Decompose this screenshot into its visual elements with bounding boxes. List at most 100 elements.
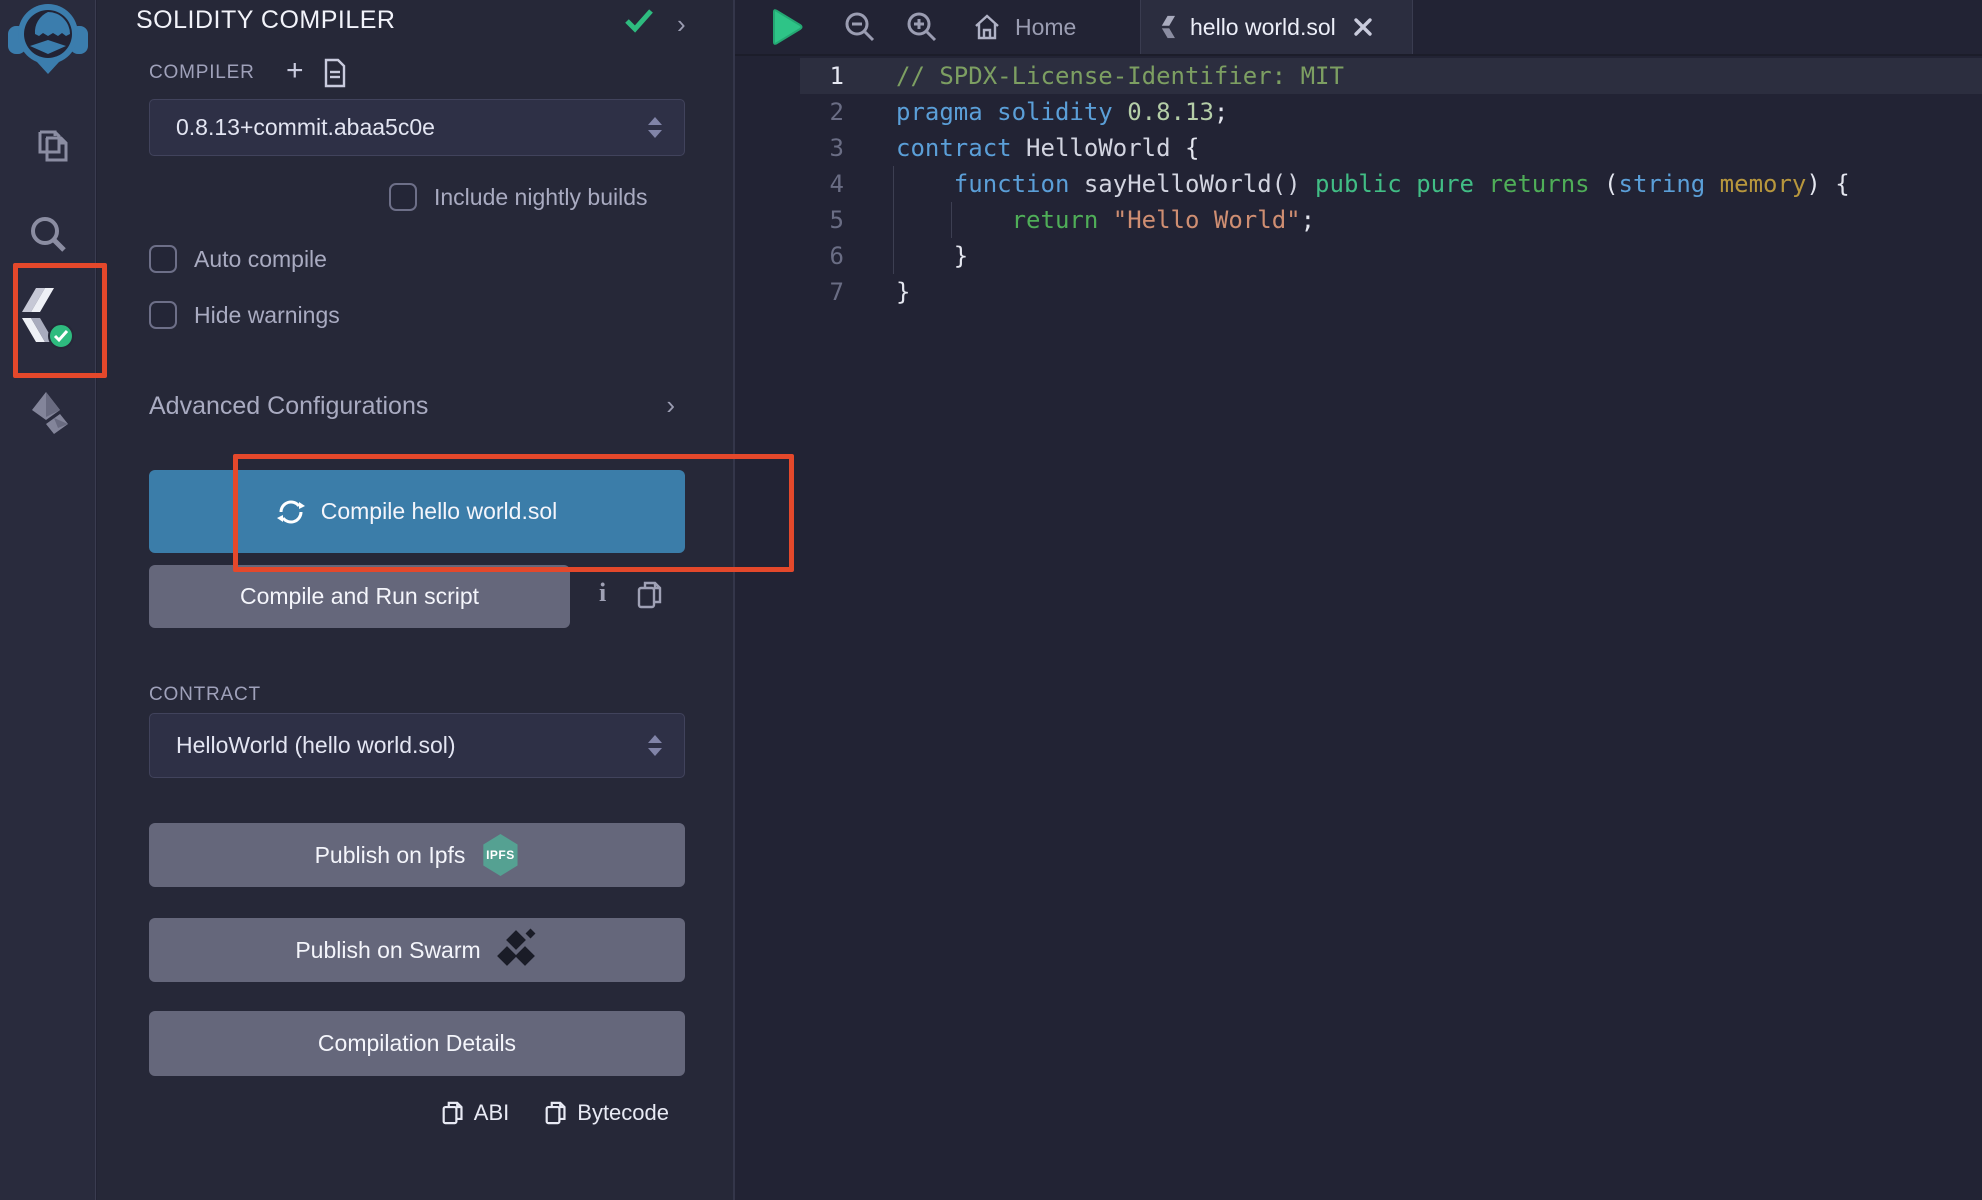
advanced-configurations-label: Advanced Configurations <box>149 392 428 420</box>
compiler-section-label: COMPILER <box>149 62 255 84</box>
run-script-play-button[interactable] <box>770 0 804 54</box>
code-line: 3contract HelloWorld { <box>735 130 1982 166</box>
code-token: } <box>896 278 910 306</box>
line-number: 3 <box>735 130 896 166</box>
abi-bytecode-row: ABI Bytecode <box>442 1100 669 1126</box>
code-line: 4 function sayHelloWorld() public pure r… <box>735 166 1982 202</box>
line-content: function sayHelloWorld() public pure ret… <box>896 166 1982 202</box>
code-token <box>983 98 997 126</box>
include-nightly-label: Include nightly builds <box>434 184 648 211</box>
copy-icon[interactable] <box>637 580 663 610</box>
code-line: 1// SPDX-License-Identifier: MIT <box>735 58 1982 94</box>
contract-select[interactable]: HelloWorld (hello world.sol) <box>149 713 685 778</box>
indent-guide <box>893 238 894 274</box>
code-token <box>1098 206 1112 234</box>
publish-swarm-button[interactable]: Publish on Swarm <box>149 918 685 982</box>
panel-title: SOLIDITY COMPILER <box>136 6 396 35</box>
line-number: 5 <box>735 202 896 238</box>
remix-ide-app: SOLIDITY COMPILER › COMPILER + 0.8.13+co… <box>0 0 1982 1200</box>
line-content: pragma solidity 0.8.13; <box>896 94 1982 130</box>
line-number: 4 <box>735 166 896 202</box>
auto-compile-checkbox[interactable] <box>149 245 177 273</box>
copy-icon <box>442 1100 464 1126</box>
tab-home[interactable]: Home <box>963 0 1086 54</box>
select-arrows-icon <box>648 735 662 756</box>
zoom-out-button[interactable] <box>843 0 877 54</box>
line-number: 2 <box>735 94 896 130</box>
advanced-configurations-toggle[interactable]: Advanced Configurations › <box>149 392 685 421</box>
copy-bytecode-button[interactable]: Bytecode <box>545 1100 669 1126</box>
tab-hello-world-sol[interactable]: hello world.sol <box>1140 0 1413 54</box>
hide-warnings-checkbox[interactable] <box>149 301 177 329</box>
panel-collapse-chevron-icon[interactable]: › <box>677 9 686 40</box>
code-token: ( <box>1590 170 1619 198</box>
compiler-doc-icon[interactable] <box>323 58 347 88</box>
code-token: ; <box>1214 98 1228 126</box>
abi-label: ABI <box>474 1100 509 1126</box>
compile-and-run-button[interactable]: Compile and Run script <box>149 565 570 628</box>
code-line: 5 return "Hello World"; <box>735 202 1982 238</box>
code-editor: Home hello world.sol 1// SPDX-License-Id… <box>735 0 1982 1200</box>
publish-ipfs-label: Publish on Ipfs <box>315 842 466 869</box>
swarm-icon <box>497 932 539 968</box>
compilation-details-label: Compilation Details <box>318 1030 516 1057</box>
include-nightly-checkbox-row[interactable]: Include nightly builds <box>389 183 648 211</box>
bytecode-label: Bytecode <box>577 1100 669 1126</box>
info-icon[interactable]: i <box>599 578 606 608</box>
compilation-details-button[interactable]: Compilation Details <box>149 1011 685 1076</box>
code-token: pure <box>1416 170 1474 198</box>
indent-guide <box>951 202 952 238</box>
tab-close-icon[interactable] <box>1353 17 1373 37</box>
code-token: // SPDX-License-Identifier: MIT <box>896 62 1344 90</box>
code-token: pragma <box>896 98 983 126</box>
add-compiler-icon[interactable]: + <box>286 56 304 86</box>
copy-abi-button[interactable]: ABI <box>442 1100 509 1126</box>
line-content: return "Hello World"; <box>896 202 1982 238</box>
code-token: public <box>1315 170 1402 198</box>
line-number: 6 <box>735 238 896 274</box>
line-content: } <box>896 238 1982 274</box>
code-token: 0.8.13 <box>1127 98 1214 126</box>
code-token: returns <box>1488 170 1589 198</box>
code-token <box>1301 170 1315 198</box>
search-icon[interactable] <box>0 212 96 256</box>
include-nightly-checkbox[interactable] <box>389 183 417 211</box>
code-token <box>1402 170 1416 198</box>
solidity-compiler-icon[interactable] <box>0 286 96 352</box>
copy-icon <box>545 1100 567 1126</box>
code-token: "Hello World" <box>1113 206 1301 234</box>
compiler-version-select[interactable]: 0.8.13+commit.abaa5c0e <box>149 99 685 156</box>
remix-logo-icon[interactable] <box>6 2 90 76</box>
code-token: { <box>1171 134 1200 162</box>
solidity-file-icon <box>1159 15 1177 39</box>
deploy-run-icon[interactable] <box>0 390 96 436</box>
code-token: memory <box>1720 170 1807 198</box>
publish-ipfs-button[interactable]: Publish on Ipfs IPFS <box>149 823 685 887</box>
ipfs-icon: IPFS <box>481 834 519 876</box>
code-line: 6 } <box>735 238 1982 274</box>
indent-guide <box>893 202 894 238</box>
code-lines[interactable]: 1// SPDX-License-Identifier: MIT2pragma … <box>735 58 1982 310</box>
zoom-in-button[interactable] <box>905 0 939 54</box>
code-token: function <box>954 170 1070 198</box>
icon-sidebar <box>0 0 96 1200</box>
solidity-compiler-panel: SOLIDITY COMPILER › COMPILER + 0.8.13+co… <box>97 0 735 1200</box>
code-token <box>1474 170 1488 198</box>
code-token <box>1705 170 1719 198</box>
line-content: contract HelloWorld { <box>896 130 1982 166</box>
compile-run-button-label: Compile and Run script <box>240 583 479 610</box>
indent-guide <box>893 166 894 202</box>
file-explorer-icon[interactable] <box>0 122 96 168</box>
auto-compile-checkbox-row[interactable]: Auto compile <box>149 245 327 273</box>
hide-warnings-checkbox-row[interactable]: Hide warnings <box>149 301 340 329</box>
contract-section-label: CONTRACT <box>149 684 261 706</box>
code-token: sayHelloWorld() <box>1084 170 1301 198</box>
code-line: 7} <box>735 274 1982 310</box>
compile-button[interactable]: Compile hello world.sol <box>149 470 685 553</box>
code-token: ; <box>1301 206 1315 234</box>
code-token <box>1069 170 1083 198</box>
code-token: } <box>896 242 968 270</box>
code-token: return <box>1012 206 1099 234</box>
hide-warnings-label: Hide warnings <box>194 302 340 329</box>
code-token: string <box>1619 170 1706 198</box>
